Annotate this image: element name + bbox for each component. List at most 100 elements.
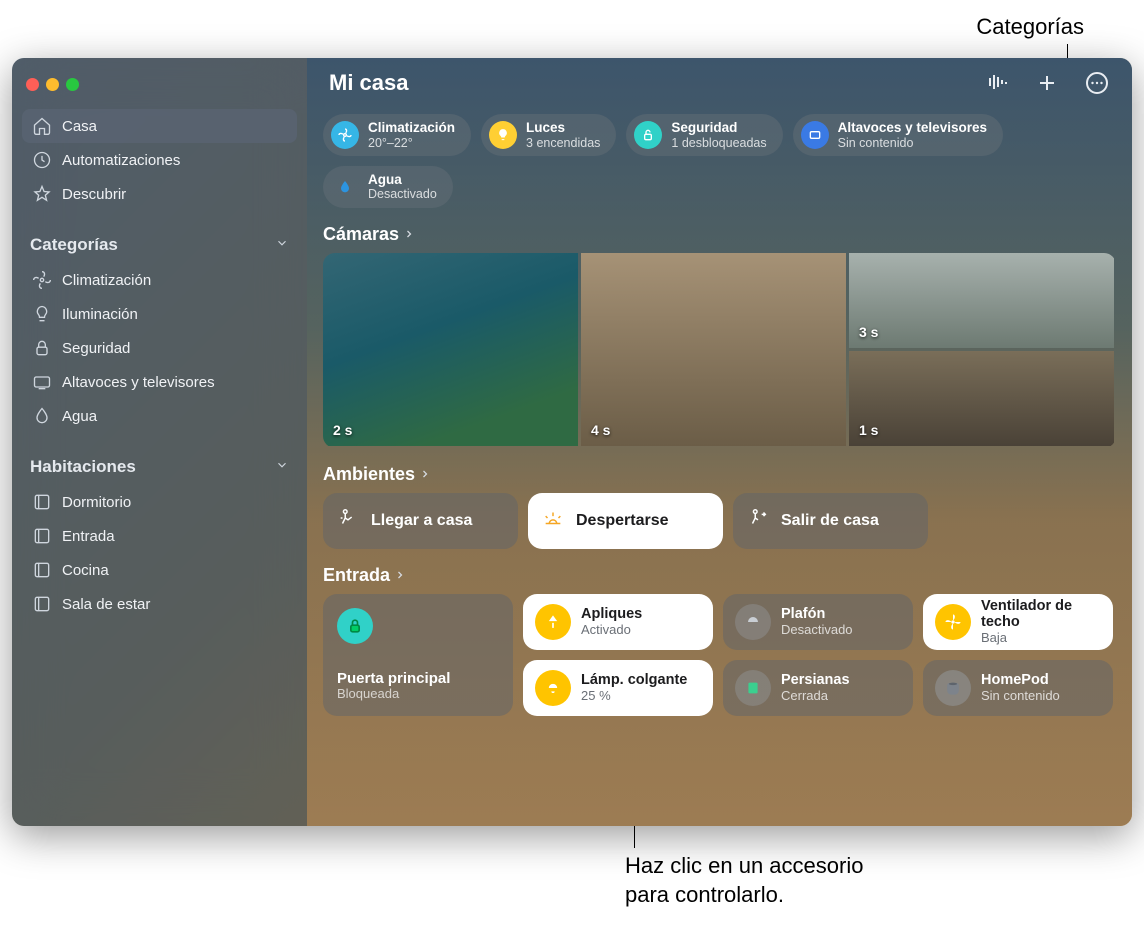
tile-text: Lámp. colgante 25 % <box>581 672 687 704</box>
chevron-right-icon <box>419 468 431 480</box>
house-icon <box>32 116 52 136</box>
sidebar-section-categories[interactable]: Categorías <box>12 225 307 259</box>
intercom-icon[interactable] <box>984 70 1010 96</box>
chip-security[interactable]: Seguridad 1 desbloqueadas <box>626 114 782 156</box>
ceiling-light-icon <box>735 604 771 640</box>
sidebar-section-label: Habitaciones <box>30 457 136 477</box>
sidebar-item-home[interactable]: Casa <box>22 109 297 143</box>
camera-grid: 2 s 3 s 4 s 1 s <box>323 253 1116 448</box>
add-button[interactable] <box>1034 70 1060 96</box>
sidebar-item-label: Seguridad <box>62 340 130 357</box>
sidebar-room-kitchen[interactable]: Cocina <box>22 553 297 587</box>
callout-accessory: Haz clic en un accesorio para controlarl… <box>625 852 863 909</box>
toolbar-icons <box>984 70 1110 96</box>
sidebar-item-speakers-tv[interactable]: Altavoces y televisores <box>22 365 297 399</box>
callout-categories: Categorías <box>976 14 1084 40</box>
chip-sub: 3 encendidas <box>526 136 600 150</box>
cameras-header[interactable]: Cámaras <box>323 224 1116 245</box>
sunrise-icon <box>542 507 564 534</box>
section-title: Cámaras <box>323 224 399 245</box>
clock-icon <box>32 150 52 170</box>
chip-water[interactable]: Agua Desactivado <box>323 166 453 208</box>
sidebar-item-lighting[interactable]: Iluminación <box>22 297 297 331</box>
sidebar-item-security[interactable]: Seguridad <box>22 331 297 365</box>
chip-sub: Desactivado <box>368 187 437 201</box>
chevron-down-icon <box>275 235 289 255</box>
chip-lights[interactable]: Luces 3 encendidas <box>481 114 616 156</box>
scene-label: Salir de casa <box>781 512 879 530</box>
sidebar-item-automations[interactable]: Automatizaciones <box>22 143 297 177</box>
sidebar-item-label: Entrada <box>62 528 115 545</box>
sidebar-room-bedroom[interactable]: Dormitorio <box>22 485 297 519</box>
close-window-button[interactable] <box>26 78 39 91</box>
chip-title: Seguridad <box>671 120 766 136</box>
tv-icon <box>32 372 52 392</box>
chip-sub: 1 desbloqueadas <box>671 136 766 150</box>
scenes-row: Llegar a casa Despertarse Salir de casa <box>323 493 1116 549</box>
chip-speakers[interactable]: Altavoces y televisores Sin contenido <box>793 114 1003 156</box>
tv-icon <box>801 121 829 149</box>
leave-icon <box>747 507 769 534</box>
tile-pendant-lamp[interactable]: Lámp. colgante 25 % <box>523 660 713 716</box>
sidebar-item-climate[interactable]: Climatización <box>22 263 297 297</box>
camera-tile-bedroom[interactable]: 1 s <box>849 351 1114 446</box>
tile-text: Plafón Desactivado <box>781 606 853 638</box>
sidebar-item-discover[interactable]: Descubrir <box>22 177 297 211</box>
window-controls <box>12 68 307 105</box>
chip-sub: Sin contenido <box>838 136 987 150</box>
bulb-icon <box>32 304 52 324</box>
tile-title: Apliques <box>581 606 642 623</box>
camera-timestamp: 2 s <box>333 422 352 438</box>
chip-text: Seguridad 1 desbloqueadas <box>671 120 766 150</box>
room-icon <box>32 560 52 580</box>
lamp-icon <box>535 604 571 640</box>
scenes-header[interactable]: Ambientes <box>323 464 1116 485</box>
sidebar-item-water[interactable]: Agua <box>22 399 297 433</box>
sidebar-room-living[interactable]: Sala de estar <box>22 587 297 621</box>
scene-leave[interactable]: Salir de casa <box>733 493 928 549</box>
accessory-tiles: Puerta principal Bloqueada Apliques Acti… <box>323 594 1116 716</box>
room-icon <box>32 492 52 512</box>
camera-tile-living[interactable]: 4 s <box>581 253 846 446</box>
fan-icon <box>32 270 52 290</box>
camera-tile-street[interactable]: 3 s <box>849 253 1114 348</box>
sidebar-item-label: Sala de estar <box>62 596 150 613</box>
chip-text: Altavoces y televisores Sin contenido <box>838 120 987 150</box>
room-header[interactable]: Entrada <box>323 565 1116 586</box>
tile-homepod[interactable]: HomePod Sin contenido <box>923 660 1113 716</box>
chip-text: Climatización 20°–22° <box>368 120 455 150</box>
sidebar-section-label: Categorías <box>30 235 118 255</box>
camera-timestamp: 1 s <box>859 422 878 438</box>
scenes-section: Ambientes Llegar a casa Despertarse Sali… <box>307 450 1132 551</box>
more-button[interactable] <box>1084 70 1110 96</box>
topbar: Mi casa <box>307 58 1132 104</box>
app-window: Casa Automatizaciones Descubrir Categorí… <box>12 58 1132 826</box>
tile-title: Lámp. colgante <box>581 672 687 689</box>
sidebar-room-entry[interactable]: Entrada <box>22 519 297 553</box>
scene-wake[interactable]: Despertarse <box>528 493 723 549</box>
tile-front-door[interactable]: Puerta principal Bloqueada <box>323 594 513 716</box>
tile-text: Puerta principal Bloqueada <box>337 670 450 702</box>
chip-title: Climatización <box>368 120 455 136</box>
camera-tile-pool[interactable]: 2 s <box>323 253 578 446</box>
tile-ceiling-fan[interactable]: Ventilador de techo Baja <box>923 594 1113 650</box>
tile-blinds[interactable]: Persianas Cerrada <box>723 660 913 716</box>
fullscreen-window-button[interactable] <box>66 78 79 91</box>
section-title: Entrada <box>323 565 390 586</box>
tile-sub: Desactivado <box>781 623 853 638</box>
chip-climate[interactable]: Climatización 20°–22° <box>323 114 471 156</box>
sidebar-rooms: Dormitorio Entrada Cocina Sala de estar <box>12 481 307 635</box>
chevron-right-icon <box>394 569 406 581</box>
tile-sconces[interactable]: Apliques Activado <box>523 594 713 650</box>
minimize-window-button[interactable] <box>46 78 59 91</box>
tile-title: Puerta principal <box>337 670 450 687</box>
pendant-icon <box>535 670 571 706</box>
lock-icon <box>337 608 373 644</box>
tile-text: Apliques Activado <box>581 606 642 638</box>
scene-arrive[interactable]: Llegar a casa <box>323 493 518 549</box>
lock-icon <box>634 121 662 149</box>
sidebar-section-rooms[interactable]: Habitaciones <box>12 447 307 481</box>
sidebar-item-label: Agua <box>62 408 97 425</box>
tile-ceiling-light[interactable]: Plafón Desactivado <box>723 594 913 650</box>
tile-title: Persianas <box>781 672 850 689</box>
